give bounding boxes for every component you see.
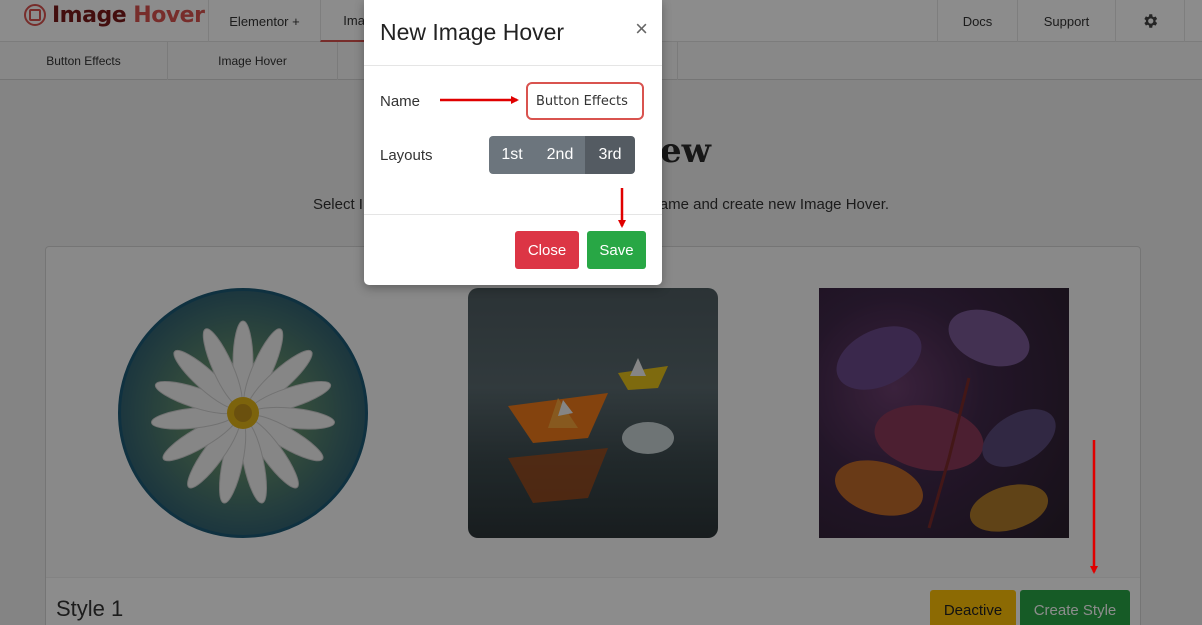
name-input[interactable] bbox=[526, 82, 644, 120]
modal-title: New Image Hover bbox=[380, 19, 565, 45]
layout-1st-button[interactable]: 1st bbox=[489, 136, 535, 174]
new-image-hover-modal: New Image Hover × Name Layouts 1st 2nd 3… bbox=[364, 0, 662, 285]
layout-3rd-button[interactable]: 3rd bbox=[585, 136, 635, 174]
name-label: Name bbox=[380, 93, 421, 110]
modal-header: New Image Hover × bbox=[364, 0, 662, 66]
save-button[interactable]: Save bbox=[587, 231, 646, 269]
layout-button-group: 1st 2nd 3rd bbox=[489, 136, 635, 174]
close-icon[interactable]: × bbox=[635, 16, 648, 42]
close-button[interactable]: Close bbox=[515, 231, 579, 269]
layout-2nd-button[interactable]: 2nd bbox=[535, 136, 585, 174]
modal-divider bbox=[364, 214, 662, 215]
layouts-label: Layouts bbox=[380, 147, 433, 164]
